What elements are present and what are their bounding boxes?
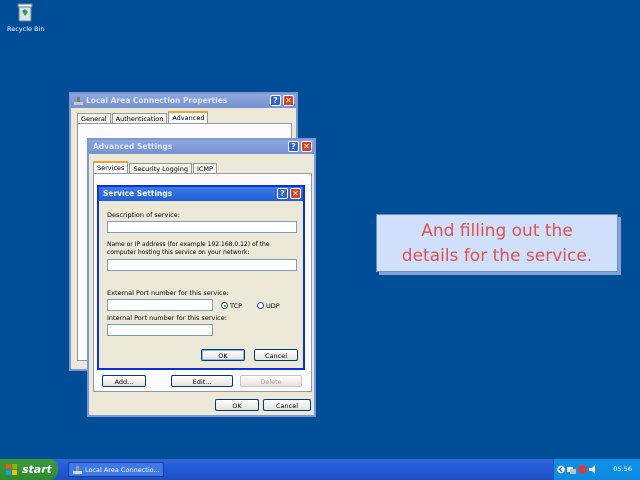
tray-expand-icon[interactable] — [557, 465, 565, 474]
host-label-line2: computer hosting this service on your ne… — [107, 249, 250, 256]
recycle-bin-icon — [17, 3, 33, 22]
network-tray-icon[interactable] — [567, 465, 576, 474]
network-icon — [74, 97, 83, 105]
host-address-input[interactable] — [107, 259, 297, 271]
edit-service-button[interactable]: Edit... — [171, 375, 233, 387]
tutorial-callout: And filling out the details for the serv… — [376, 214, 618, 272]
system-tray: 05:56 — [553, 459, 640, 480]
taskbar-item-label: Local Area Connectio... — [85, 466, 160, 474]
description-label: Description of service: — [107, 211, 180, 219]
recycle-bin-label: Recycle Bin — [7, 25, 45, 33]
lac-tabs: General Authentication Advanced — [77, 111, 209, 124]
lac-help-button[interactable]: ? — [270, 95, 281, 106]
internal-port-label: Internal Port number for this service: — [107, 314, 227, 322]
tcp-label: TCP — [230, 302, 243, 310]
lac-title-text: Local Area Connection Properties — [86, 96, 228, 105]
service-close-button[interactable]: ✕ — [290, 188, 301, 199]
windows-flag-icon — [6, 464, 17, 475]
service-settings-dialog: Service Settings ? ✕ Description of serv… — [97, 185, 305, 370]
description-input[interactable] — [107, 221, 297, 233]
tcp-radio[interactable] — [221, 302, 228, 309]
udp-radio[interactable] — [257, 302, 264, 309]
udp-label: UDP — [266, 302, 280, 310]
adv-tabs: Services Security Logging ICMP — [93, 161, 218, 174]
start-button[interactable]: start — [0, 459, 58, 480]
service-title-bar[interactable]: Service Settings ? ✕ — [99, 187, 303, 201]
lac-title-bar[interactable]: Local Area Connection Properties ? ✕ — [71, 94, 296, 108]
adv-close-button[interactable]: ✕ — [301, 141, 312, 152]
adv-help-button[interactable]: ? — [288, 141, 299, 152]
service-help-button[interactable]: ? — [277, 188, 288, 199]
service-title-text: Service Settings — [103, 189, 173, 198]
clock[interactable]: 05:56 — [613, 459, 632, 480]
lac-close-button[interactable]: ✕ — [283, 95, 294, 106]
adv-cancel-button[interactable]: Cancel — [263, 399, 311, 411]
network-icon — [73, 466, 82, 474]
adv-title-text: Advanced Settings — [93, 142, 173, 151]
volume-icon[interactable] — [589, 465, 598, 474]
taskbar: start Local Area Connectio... 05:56 — [0, 459, 640, 480]
security-shield-icon[interactable] — [578, 465, 587, 474]
adv-title-bar[interactable]: Advanced Settings ? ✕ — [89, 140, 314, 154]
external-port-label: External Port number for this service: — [107, 289, 229, 297]
add-service-button[interactable]: Add... — [102, 375, 146, 387]
callout-line1: And filling out the — [421, 221, 573, 241]
external-port-input[interactable] — [107, 299, 213, 311]
adv-ok-button[interactable]: OK — [215, 399, 259, 411]
taskbar-item-lac[interactable]: Local Area Connectio... — [68, 462, 164, 477]
callout-line2: details for the service. — [401, 246, 593, 266]
host-label-line1: Name or IP address (for example 192.168.… — [107, 241, 270, 248]
delete-service-button[interactable]: Delete — [240, 375, 302, 387]
recycle-bin[interactable]: Recycle Bin — [6, 2, 46, 34]
internal-port-input[interactable] — [107, 324, 213, 336]
service-ok-button[interactable]: OK — [201, 349, 245, 361]
start-label: start — [22, 463, 52, 476]
service-cancel-button[interactable]: Cancel — [254, 349, 298, 361]
